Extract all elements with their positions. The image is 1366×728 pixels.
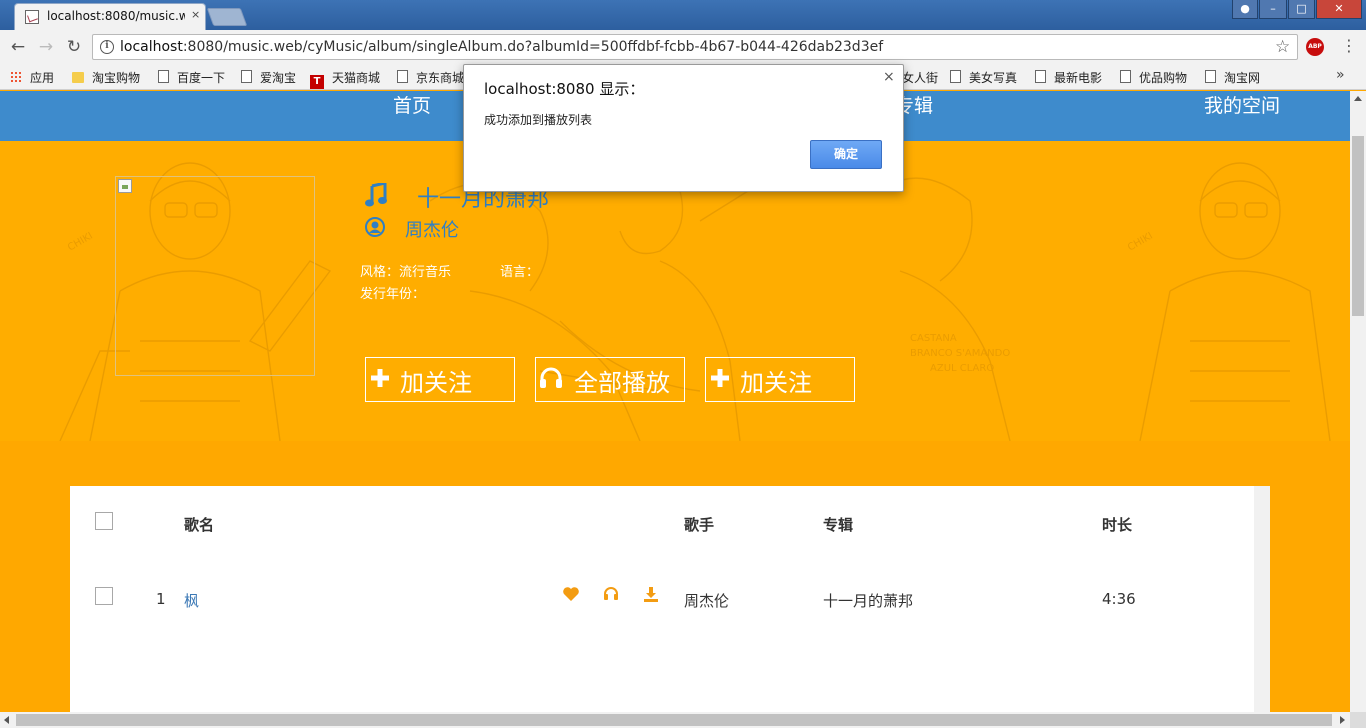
- heart-icon[interactable]: [562, 586, 580, 602]
- row-duration: 4:36: [1102, 590, 1136, 608]
- bookmark-item[interactable]: 女人街: [902, 69, 938, 86]
- select-all-checkbox[interactable]: [95, 512, 113, 530]
- maximize-button[interactable]: □: [1288, 0, 1315, 19]
- list-scrollbar[interactable]: [1254, 486, 1270, 712]
- vertical-scroll-thumb[interactable]: [1352, 136, 1364, 316]
- svg-text:BRANCO S'AMANDO: BRANCO S'AMANDO: [910, 348, 1010, 359]
- headphones-icon[interactable]: [603, 586, 619, 602]
- column-header-album: 专辑: [823, 516, 854, 534]
- headphones-icon: [540, 367, 562, 388]
- plus-icon: [711, 369, 729, 387]
- dialog-ok-button[interactable]: 确定: [810, 140, 882, 169]
- site-info-icon[interactable]: i: [100, 40, 114, 54]
- download-icon[interactable]: [643, 586, 659, 602]
- scroll-left-icon[interactable]: [4, 716, 9, 724]
- bookmark-apps[interactable]: 应用: [10, 69, 54, 86]
- tmall-icon: T: [310, 75, 324, 89]
- album-language: 语言：: [500, 265, 540, 280]
- broken-image-icon: [118, 179, 132, 193]
- svg-text:AZUL CLARO: AZUL CLARO: [930, 363, 994, 374]
- window-close-button[interactable]: ✕: [1316, 0, 1362, 19]
- tab-title: localhost:8080/music.w: [47, 9, 185, 23]
- bookmark-item[interactable]: T 天猫商城: [310, 69, 380, 89]
- new-tab-button[interactable]: [206, 8, 248, 26]
- column-header-song: 歌名: [184, 516, 215, 534]
- bookmark-item[interactable]: 京东商城: [397, 69, 464, 86]
- dialog-close-icon[interactable]: ×: [883, 69, 895, 85]
- nav-home[interactable]: 首页: [393, 91, 431, 118]
- minimize-button[interactable]: –: [1259, 0, 1287, 19]
- follow-button[interactable]: 加关注: [365, 357, 515, 402]
- svg-text:CASTANA: CASTANA: [910, 333, 957, 344]
- browser-tab[interactable]: localhost:8080/music.w ×: [14, 3, 206, 30]
- bookmark-item[interactable]: 百度一下: [158, 69, 225, 86]
- browser-menu-icon[interactable]: ⋮: [1341, 36, 1357, 55]
- tab-close-icon[interactable]: ×: [191, 8, 200, 21]
- horizontal-scrollbar[interactable]: [0, 712, 1350, 728]
- vertical-scrollbar[interactable]: [1350, 91, 1366, 712]
- apps-grid-icon: [10, 71, 22, 83]
- page-favicon-icon: [25, 10, 39, 24]
- album-style: 风格：流行音乐: [360, 265, 452, 280]
- row-singer[interactable]: 周杰伦: [684, 590, 729, 611]
- dialog-title: localhost:8080 显示：: [484, 80, 645, 98]
- play-all-button[interactable]: 全部播放: [535, 357, 685, 402]
- row-index: 1: [156, 590, 166, 608]
- reload-icon[interactable]: ↻: [64, 37, 84, 57]
- column-header-duration: 时长: [1102, 516, 1133, 534]
- back-arrow-icon[interactable]: ←: [8, 37, 28, 57]
- bookmark-item[interactable]: 美女写真: [950, 69, 1017, 86]
- svg-text:CHIKI: CHIKI: [1126, 231, 1155, 254]
- dialog-message: 成功添加到播放列表: [484, 113, 593, 127]
- url-text[interactable]: localhost:8080/music.web/cyMusic/album/s…: [120, 39, 883, 55]
- scroll-up-icon[interactable]: [1354, 96, 1362, 101]
- scroll-right-icon[interactable]: [1340, 716, 1345, 724]
- scrollbar-corner: [1350, 712, 1366, 728]
- bookmark-item[interactable]: 淘宝网: [1205, 69, 1260, 86]
- address-bar[interactable]: i localhost:8080/music.web/cyMusic/album…: [92, 34, 1298, 60]
- row-album[interactable]: 十一月的萧邦: [823, 590, 913, 611]
- browser-toolbar: ← → ↻ i localhost:8080/music.web/cyMusic…: [0, 30, 1366, 64]
- song-list-panel: 歌名 歌手 专辑 时长 1 枫 周杰伦 十一月的萧邦 4:36: [70, 486, 1254, 712]
- artist-name[interactable]: 周杰伦: [405, 216, 459, 242]
- album-release-year: 发行年份：: [360, 287, 426, 302]
- forward-arrow-icon[interactable]: →: [36, 37, 56, 57]
- bookmarks-overflow-icon[interactable]: »: [1336, 67, 1345, 83]
- adblock-icon[interactable]: ABP: [1306, 38, 1324, 56]
- folder-icon: [72, 72, 84, 83]
- bookmark-star-icon[interactable]: ☆: [1275, 37, 1290, 57]
- bookmark-item[interactable]: 最新电影: [1035, 69, 1102, 86]
- bookmark-folder[interactable]: 淘宝购物: [72, 69, 140, 86]
- bookmark-item[interactable]: 优品购物: [1120, 69, 1187, 86]
- horizontal-scroll-thumb[interactable]: [16, 714, 1332, 726]
- profile-button[interactable]: ●: [1232, 0, 1258, 19]
- svg-text:CHIKI: CHIKI: [66, 231, 95, 254]
- alert-dialog: localhost:8080 显示： × 成功添加到播放列表 确定: [463, 64, 904, 192]
- music-note-icon: [365, 183, 387, 207]
- bookmark-item[interactable]: 爱淘宝: [241, 69, 296, 86]
- user-circle-icon: [365, 217, 385, 237]
- row-checkbox[interactable]: [95, 587, 113, 605]
- follow-button-secondary[interactable]: 加关注: [705, 357, 855, 402]
- song-name-link[interactable]: 枫: [184, 590, 199, 611]
- column-header-singer: 歌手: [684, 516, 715, 534]
- browser-titlebar: localhost:8080/music.w × ● – □ ✕: [0, 0, 1366, 30]
- plus-icon: [371, 369, 389, 387]
- album-cover-image: [115, 176, 315, 376]
- nav-my-space[interactable]: 我的空间: [1204, 91, 1280, 118]
